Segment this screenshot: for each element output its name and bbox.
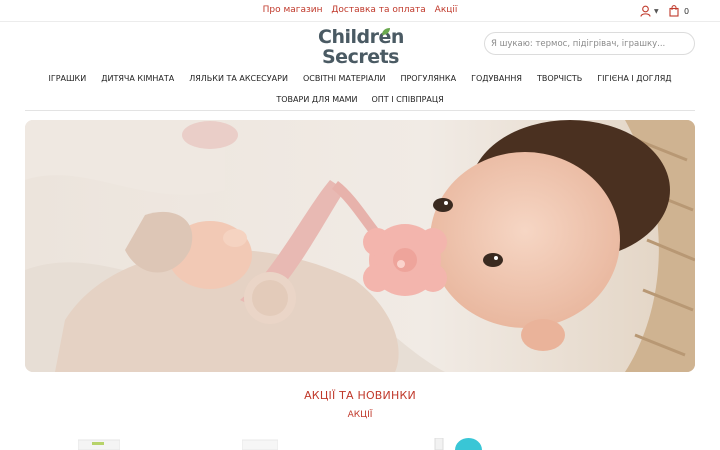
nav-wholesale[interactable]: ОПТ І СПІВПРАЦЯ — [371, 95, 443, 104]
delivery-payment-link[interactable]: Доставка та оплата — [331, 5, 425, 15]
nav-divider — [25, 110, 695, 111]
product-thumbnail[interactable] — [78, 438, 120, 450]
product-thumbnail[interactable] — [432, 438, 446, 450]
top-links: Про магазин Доставка та оплата Акції — [0, 5, 720, 15]
account-menu[interactable]: ▼ — [640, 4, 659, 18]
main-nav-row1: ІГРАШКИ ДИТЯЧА КІМНАТА ЛЯЛЬКИ ТА АКСЕСУА… — [0, 74, 720, 83]
cart-count: 0 — [684, 6, 690, 16]
about-store-link[interactable]: Про магазин — [263, 5, 323, 15]
nav-mom-products[interactable]: ТОВАРИ ДЛЯ МАМИ — [276, 95, 357, 104]
nav-hygiene-care[interactable]: ГІГІЄНА І ДОГЛЯД — [597, 74, 671, 83]
top-bar: Про магазин Доставка та оплата Акції ▼ 0 — [0, 0, 720, 22]
product-thumbnail[interactable] — [242, 438, 278, 450]
promotions-link[interactable]: Акції — [435, 5, 458, 15]
section-title: АКЦІЇ ТА НОВИНКИ — [304, 389, 416, 402]
user-icon — [640, 5, 651, 17]
cart-button[interactable]: 0 — [669, 4, 689, 18]
nav-walk[interactable]: ПРОГУЛЯНКА — [400, 74, 456, 83]
nav-kids-room[interactable]: ДИТЯЧА КІМНАТА — [101, 74, 174, 83]
logo-text-line1: Children — [318, 26, 404, 48]
main-nav-row2: ТОВАРИ ДЛЯ МАМИ ОПТ І СПІВПРАЦЯ — [0, 95, 720, 104]
nav-creativity[interactable]: ТВОРЧІСТЬ — [537, 74, 582, 83]
logo-text-line2: Secrets — [322, 46, 399, 68]
promo-badge — [455, 438, 482, 450]
nav-toys[interactable]: ІГРАШКИ — [48, 74, 86, 83]
leaf-icon — [382, 28, 390, 35]
nav-feeding[interactable]: ГОДУВАННЯ — [471, 74, 522, 83]
hero-banner[interactable] — [25, 120, 695, 372]
nav-dolls-accessories[interactable]: ЛЯЛЬКИ ТА АКСЕСУАРИ — [189, 74, 288, 83]
chevron-down-icon: ▼ — [654, 7, 659, 15]
search-input[interactable] — [484, 32, 695, 55]
tab-promotions[interactable]: АКЦІЇ — [0, 410, 720, 420]
shopping-bag-icon — [669, 5, 679, 17]
hero-image — [25, 120, 695, 372]
site-logo[interactable]: Children Secrets — [318, 27, 408, 69]
nav-educational-materials[interactable]: ОСВІТНІ МАТЕРІАЛИ — [303, 74, 386, 83]
